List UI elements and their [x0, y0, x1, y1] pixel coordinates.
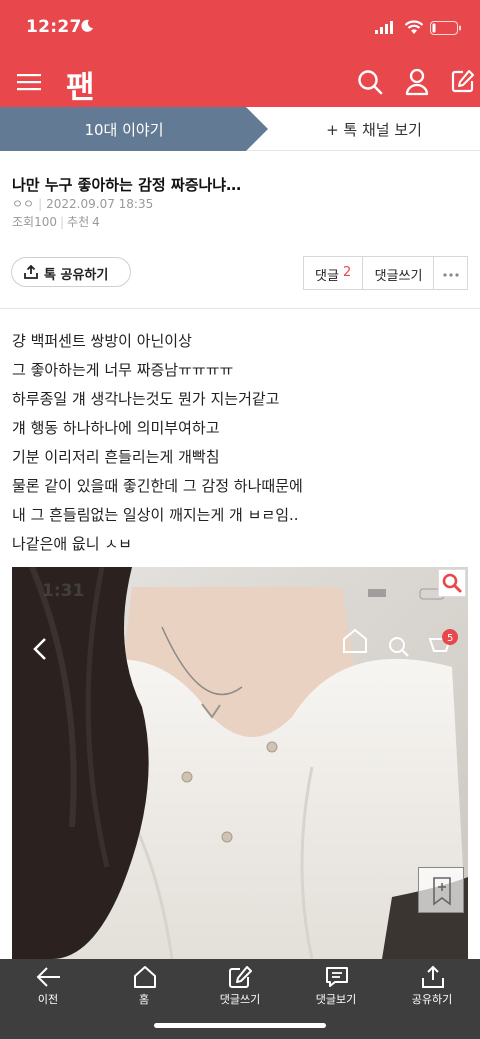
post-body-line: 걍 백퍼센트 쌍방이 아닌이상 — [12, 332, 192, 350]
channel-browse-label: + 톡 채널 보기 — [326, 121, 422, 139]
comment-action-group: 댓글 2 댓글쓰기 — [303, 256, 468, 290]
moon-icon — [81, 19, 93, 32]
post-body-line: 물론 같이 있을때 좋긴한데 그 감정 하나때문에 — [12, 477, 303, 495]
post-body-line: 내 그 흔들림없는 일상이 깨지는게 개 ㅂㄹ임.. — [12, 506, 299, 524]
write-comment-label: 댓글쓰기 — [374, 269, 423, 284]
home-icon — [134, 966, 156, 988]
edit-comment-icon — [229, 966, 252, 988]
kakao-share-button[interactable]: 톡 공유하기 — [11, 257, 131, 287]
channel-browse-button[interactable]: + 톡 채널 보기 — [268, 107, 480, 151]
menu-icon[interactable] — [17, 72, 41, 92]
photo-illustration: 5 — [12, 567, 468, 959]
status-bar: 12:27 — [0, 0, 480, 58]
recommend-label: 추천 — [67, 215, 90, 229]
post-meta: ㅇㅇ | 2022.09.07 18:35 — [12, 195, 153, 212]
channel-current-tab[interactable]: 10대 이야기 — [0, 107, 268, 151]
post-body-line: 나같은애 읎니 ㅅㅂ — [12, 535, 132, 553]
svg-text:5: 5 — [447, 633, 453, 644]
nav-share-label: 공유하기 — [411, 993, 453, 1006]
channel-bar: 10대 이야기 + 톡 채널 보기 — [0, 107, 480, 151]
user-icon[interactable] — [405, 68, 429, 96]
battery-icon — [430, 21, 461, 35]
post-body-line: 그 좋아하는게 너무 짜증남ㅠㅠㅠㅠ — [12, 361, 234, 379]
section-divider — [0, 308, 480, 309]
nav-share[interactable]: 공유하기 — [384, 959, 480, 1019]
post-date: 2022.09.07 18:35 — [46, 197, 154, 211]
home-indicator — [154, 1023, 326, 1028]
write-comment-button[interactable]: 댓글쓰기 — [363, 257, 434, 289]
meta-separator: | — [38, 197, 43, 211]
post-title: 나만 누구 좋아하는 감정 짜증나냐… — [12, 176, 242, 194]
post-author[interactable]: ㅇㅇ — [12, 197, 34, 211]
post-body-line: 하루종일 걔 생각나는것도 뭔가 지는거같고 — [12, 390, 280, 408]
nav-home[interactable]: 홈 — [96, 959, 192, 1019]
share-icon — [422, 965, 444, 988]
search-icon[interactable] — [357, 69, 383, 95]
nav-back[interactable]: 이전 — [0, 959, 96, 1019]
nav-back-label: 이전 — [37, 993, 59, 1006]
recommend-count: 4 — [92, 215, 100, 229]
nav-write-comment-label: 댓글쓰기 — [219, 993, 261, 1006]
more-options-button[interactable] — [434, 257, 468, 289]
stats-separator: | — [60, 215, 65, 229]
view-comments-icon — [326, 967, 348, 987]
comments-label: 댓글 — [315, 269, 339, 284]
kakao-share-label: 톡 공유하기 — [44, 268, 109, 283]
nav-view-comments-label: 댓글보기 — [315, 993, 357, 1006]
views-count: 100 — [34, 215, 57, 229]
nav-home-label: 홈 — [138, 993, 150, 1006]
post-body-line: 걔 행동 하나하나에 의미부여하고 — [12, 419, 220, 437]
share-small-icon — [24, 265, 38, 279]
more-dots-icon — [443, 273, 459, 277]
back-arrow-icon — [36, 967, 60, 987]
status-time: 12:27 — [26, 17, 82, 37]
wifi-icon — [404, 20, 424, 34]
bookmark-add-icon — [418, 867, 464, 913]
post-body-line: 기분 이리저리 흔들리는게 개빡침 — [12, 448, 220, 466]
post-body: 걍 백퍼센트 쌍방이 아닌이상 그 좋아하는게 너무 짜증남ㅠㅠㅠㅠ 하루종일 … — [12, 327, 468, 559]
comments-count: 2 — [343, 265, 352, 280]
nav-view-comments[interactable]: 댓글보기 — [288, 959, 384, 1019]
post-image[interactable]: 5 1:31 — [12, 567, 468, 959]
nav-write-comment[interactable]: 댓글쓰기 — [192, 959, 288, 1019]
app-logo[interactable]: 팬 — [66, 62, 95, 107]
image-zoom-button[interactable] — [438, 569, 466, 597]
magnifier-icon — [442, 573, 462, 593]
channel-current-label: 10대 이야기 — [84, 121, 164, 139]
image-overlay-time: 1:31 — [42, 581, 85, 601]
post-stats: 조회100 | 추천 4 — [12, 213, 100, 230]
signal-icon — [375, 21, 393, 34]
app-header: 팬 — [0, 58, 480, 107]
comments-button[interactable]: 댓글 2 — [304, 257, 363, 289]
views-label: 조회 — [12, 215, 35, 229]
write-icon[interactable] — [451, 69, 475, 93]
